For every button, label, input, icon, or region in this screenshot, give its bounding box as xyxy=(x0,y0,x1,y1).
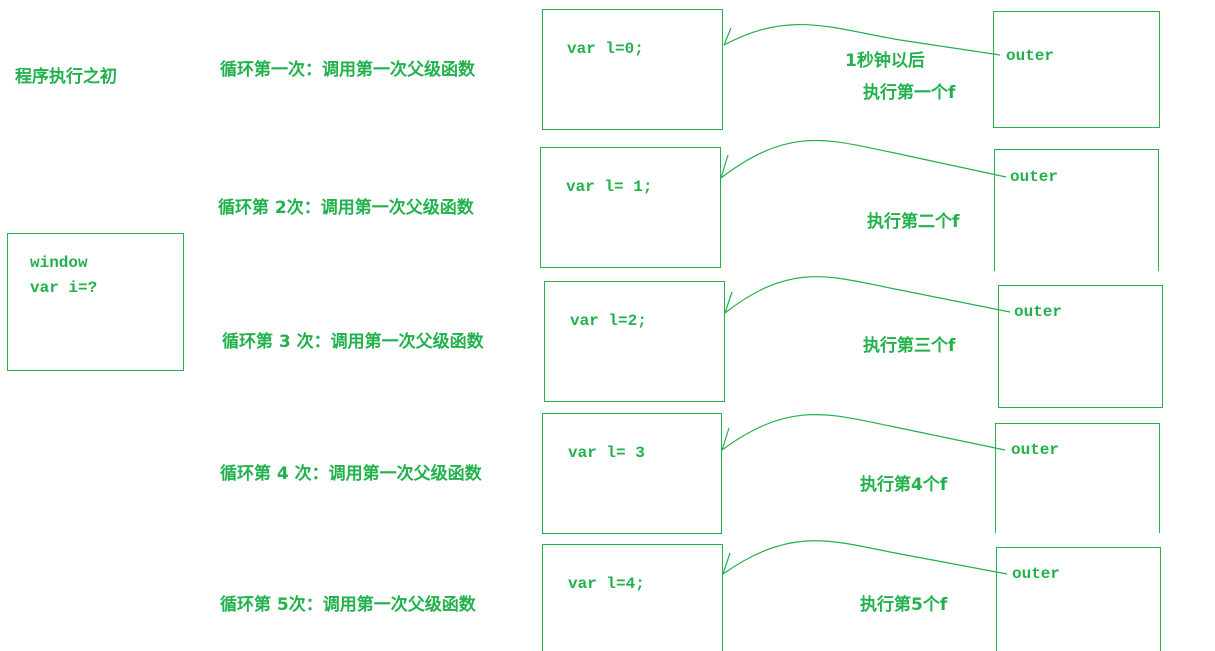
window-var-line: var i=? xyxy=(30,279,98,297)
exec-label-5: 执行第5个f xyxy=(860,595,948,615)
connector-arrow-2 xyxy=(720,139,1007,179)
intro-label: 程序执行之初 xyxy=(15,67,117,87)
loop-label-5: 循环第 5次：调用第一次父级函数 xyxy=(220,595,476,615)
scope-code-5: var l=4; xyxy=(568,575,645,593)
outer-label-3: outer xyxy=(1014,303,1063,321)
window-title: window xyxy=(30,254,88,272)
loop-label-4: 循环第 4 次：调用第一次父级函数 xyxy=(220,464,482,484)
outer-box-1: outer xyxy=(993,11,1160,128)
outer-label-5: outer xyxy=(1012,565,1061,583)
exec-label-4: 执行第4个f xyxy=(860,475,948,495)
scope-code-1: var l=0; xyxy=(567,40,644,58)
scope-code-3: var l=2; xyxy=(570,312,647,330)
outer-label-2: outer xyxy=(1010,168,1059,186)
outer-box-4: outer xyxy=(995,423,1160,533)
delay-note: 1秒钟以后 xyxy=(845,51,925,71)
outer-box-5: outer xyxy=(996,547,1161,651)
scope-box-1: var l=0; xyxy=(542,9,723,130)
loop-label-2: 循环第 2次：调用第一次父级函数 xyxy=(218,198,474,218)
outer-label-4: outer xyxy=(1011,441,1060,459)
connector-arrow-4 xyxy=(721,414,1006,451)
outer-box-2: outer xyxy=(994,149,1159,271)
scope-code-2: var l= 1; xyxy=(566,178,653,196)
exec-label-2: 执行第二个f xyxy=(867,212,960,232)
scope-box-3: var l=2; xyxy=(544,281,725,402)
scope-code-4: var l= 3 xyxy=(568,444,645,462)
scope-box-2: var l= 1; xyxy=(540,147,721,268)
outer-label-1: outer xyxy=(1006,47,1055,65)
scope-box-5: var l=4; xyxy=(542,544,723,651)
exec-label-3: 执行第三个f xyxy=(863,336,956,356)
outer-box-3: outer xyxy=(998,285,1163,408)
connector-arrow-5 xyxy=(722,540,1008,575)
loop-label-3: 循环第 3 次：调用第一次父级函数 xyxy=(222,332,484,352)
scope-box-4: var l= 3 xyxy=(542,413,722,534)
exec-label-1: 执行第一个f xyxy=(863,83,956,103)
loop-label-1: 循环第一次：调用第一次父级函数 xyxy=(220,60,475,80)
connector-arrow-3 xyxy=(724,276,1011,314)
window-scope-box: window var i=? xyxy=(7,233,184,371)
